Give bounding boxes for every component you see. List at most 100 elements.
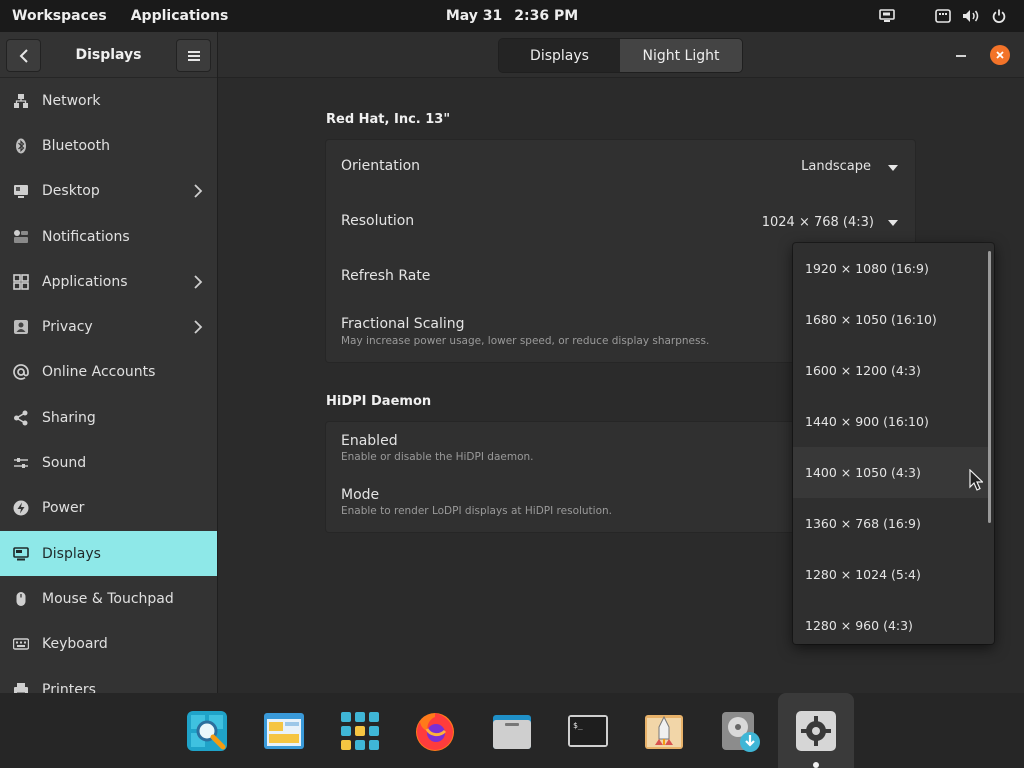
running-indicator xyxy=(813,762,819,768)
chevron-right-icon xyxy=(194,320,203,334)
sidebar-item-label: Bluetooth xyxy=(42,137,110,154)
clock-date: May 31 xyxy=(445,8,503,24)
sound-icon xyxy=(13,455,29,471)
chevron-right-icon xyxy=(194,184,203,198)
file-manager-icon[interactable] xyxy=(490,709,534,753)
back-button[interactable] xyxy=(6,39,41,72)
sidebar-item-printers[interactable]: Printers xyxy=(0,667,217,693)
minimize-icon[interactable] xyxy=(954,46,968,60)
installer-icon[interactable] xyxy=(642,709,686,753)
resolution-option[interactable]: 1920 × 1080 (16:9) xyxy=(793,243,988,294)
keyboard-layout-icon[interactable] xyxy=(932,5,954,27)
sidebar-list: Network Bluetooth Desktop Notifications … xyxy=(0,78,217,693)
hidpi-heading: HiDPI Daemon xyxy=(326,394,432,409)
sidebar-item-label: Printers xyxy=(42,681,96,694)
chevron-left-icon xyxy=(19,48,28,63)
sidebar-item-label: Desktop xyxy=(42,183,100,200)
hamburger-icon xyxy=(187,50,200,61)
settings-icon[interactable] xyxy=(794,709,838,753)
files-app-icon[interactable] xyxy=(262,709,306,753)
view-switcher: Displays Night Light xyxy=(499,39,742,72)
resolution-label: Resolution xyxy=(341,213,415,229)
hamburger-menu-button[interactable] xyxy=(176,39,211,72)
terminal-icon[interactable]: $_ xyxy=(566,709,610,753)
firefox-icon[interactable] xyxy=(413,709,457,753)
resolution-popover: 1920 × 1080 (16:9) 1680 × 1050 (16:10) 1… xyxy=(793,243,994,644)
applications-icon xyxy=(13,274,29,290)
sidebar-item-network[interactable]: Network xyxy=(0,78,217,123)
sidebar-item-label: Sound xyxy=(42,455,87,472)
refresh-rate-label: Refresh Rate xyxy=(341,268,431,284)
fractional-scaling-description: May increase power usage, lower speed, o… xyxy=(341,335,710,347)
sidebar-item-label: Displays xyxy=(42,545,101,562)
sidebar-item-sharing[interactable]: Sharing xyxy=(0,395,217,440)
online-accounts-icon xyxy=(13,364,29,381)
hidpi-enabled-description: Enable or disable the HiDPI daemon. xyxy=(341,451,534,463)
privacy-icon xyxy=(13,319,29,335)
chevron-right-icon xyxy=(194,275,203,289)
workspaces-button[interactable]: Workspaces xyxy=(0,0,119,32)
sidebar-item-label: Applications xyxy=(42,273,128,290)
main-header: Displays Night Light xyxy=(218,32,1024,78)
resolution-option[interactable]: 1280 × 1024 (5:4) xyxy=(793,549,988,600)
mouse-pointer-icon xyxy=(969,469,983,491)
caret-down-icon[interactable] xyxy=(888,165,898,171)
sidebar-item-notifications[interactable]: Notifications xyxy=(0,214,217,259)
hidpi-mode-label: Mode xyxy=(341,487,380,503)
resolution-option[interactable]: 1680 × 1050 (16:10) xyxy=(793,294,988,345)
sidebar-item-power[interactable]: Power xyxy=(0,486,217,531)
sidebar-item-label: Privacy xyxy=(42,319,93,336)
sidebar-item-applications[interactable]: Applications xyxy=(0,259,217,304)
resolution-option-hovered[interactable]: 1400 × 1050 (4:3) xyxy=(793,447,988,498)
power-icon xyxy=(13,500,29,516)
orientation-label: Orientation xyxy=(341,158,421,174)
orientation-dropdown[interactable]: Landscape xyxy=(801,159,871,174)
keyboard-icon xyxy=(13,636,29,652)
power-menu-icon[interactable] xyxy=(988,5,1010,27)
resolution-option[interactable]: 1360 × 768 (16:9) xyxy=(793,498,988,549)
disk-utility-icon[interactable] xyxy=(718,709,762,753)
sidebar-item-online-accounts[interactable]: Online Accounts xyxy=(0,350,217,395)
sidebar-header: Displays xyxy=(0,32,217,78)
sidebar-item-label: Notifications xyxy=(42,228,130,245)
resolution-dropdown[interactable]: 1024 × 768 (4:3) xyxy=(762,215,874,230)
printer-icon xyxy=(13,682,29,693)
tab-displays[interactable]: Displays xyxy=(499,39,620,72)
display-name-heading: Red Hat, Inc. 13" xyxy=(326,112,451,127)
sidebar-item-label: Mouse & Touchpad xyxy=(42,590,174,607)
sidebar-item-sound[interactable]: Sound xyxy=(0,440,217,485)
sidebar: Displays Network Bluetooth Desktop Notif… xyxy=(0,32,217,693)
caret-down-icon[interactable] xyxy=(888,220,898,226)
resolution-option[interactable]: 1600 × 1200 (4:3) xyxy=(793,345,988,396)
search-app-icon[interactable] xyxy=(185,709,229,753)
bluetooth-icon xyxy=(13,138,29,154)
svg-text:$_: $_ xyxy=(573,721,583,730)
volume-icon[interactable] xyxy=(960,5,982,27)
sidebar-item-desktop[interactable]: Desktop xyxy=(0,169,217,214)
mouse-icon xyxy=(13,591,29,607)
resolution-option[interactable]: 1440 × 900 (16:10) xyxy=(793,396,988,447)
screen-share-indicator-icon[interactable] xyxy=(876,5,898,27)
tab-night-light[interactable]: Night Light xyxy=(620,39,742,72)
sidebar-item-mouse-touchpad[interactable]: Mouse & Touchpad xyxy=(0,576,217,621)
sharing-icon xyxy=(13,410,29,426)
hidpi-enabled-label: Enabled xyxy=(341,433,398,449)
clock-time: 2:36 PM xyxy=(514,8,579,24)
hidpi-mode-description: Enable to render LoDPI displays at HiDPI… xyxy=(341,505,613,517)
sidebar-item-keyboard[interactable]: Keyboard xyxy=(0,622,217,667)
popover-scrollbar[interactable] xyxy=(988,251,991,523)
notifications-icon xyxy=(13,229,29,245)
network-icon xyxy=(13,93,29,109)
resolution-option[interactable]: 1280 × 960 (4:3) xyxy=(793,600,988,644)
sidebar-item-displays[interactable]: Displays xyxy=(0,530,217,577)
sidebar-item-privacy[interactable]: Privacy xyxy=(0,304,217,349)
sidebar-item-label: Network xyxy=(42,92,101,109)
desktop-icon xyxy=(13,183,29,199)
sidebar-item-label: Online Accounts xyxy=(42,364,156,381)
sidebar-item-label: Sharing xyxy=(42,409,96,426)
close-button[interactable] xyxy=(990,45,1010,65)
sidebar-item-bluetooth[interactable]: Bluetooth xyxy=(0,123,217,168)
applications-menu-button[interactable]: Applications xyxy=(119,0,241,32)
displays-icon xyxy=(13,546,29,562)
app-grid-icon[interactable] xyxy=(338,709,382,753)
